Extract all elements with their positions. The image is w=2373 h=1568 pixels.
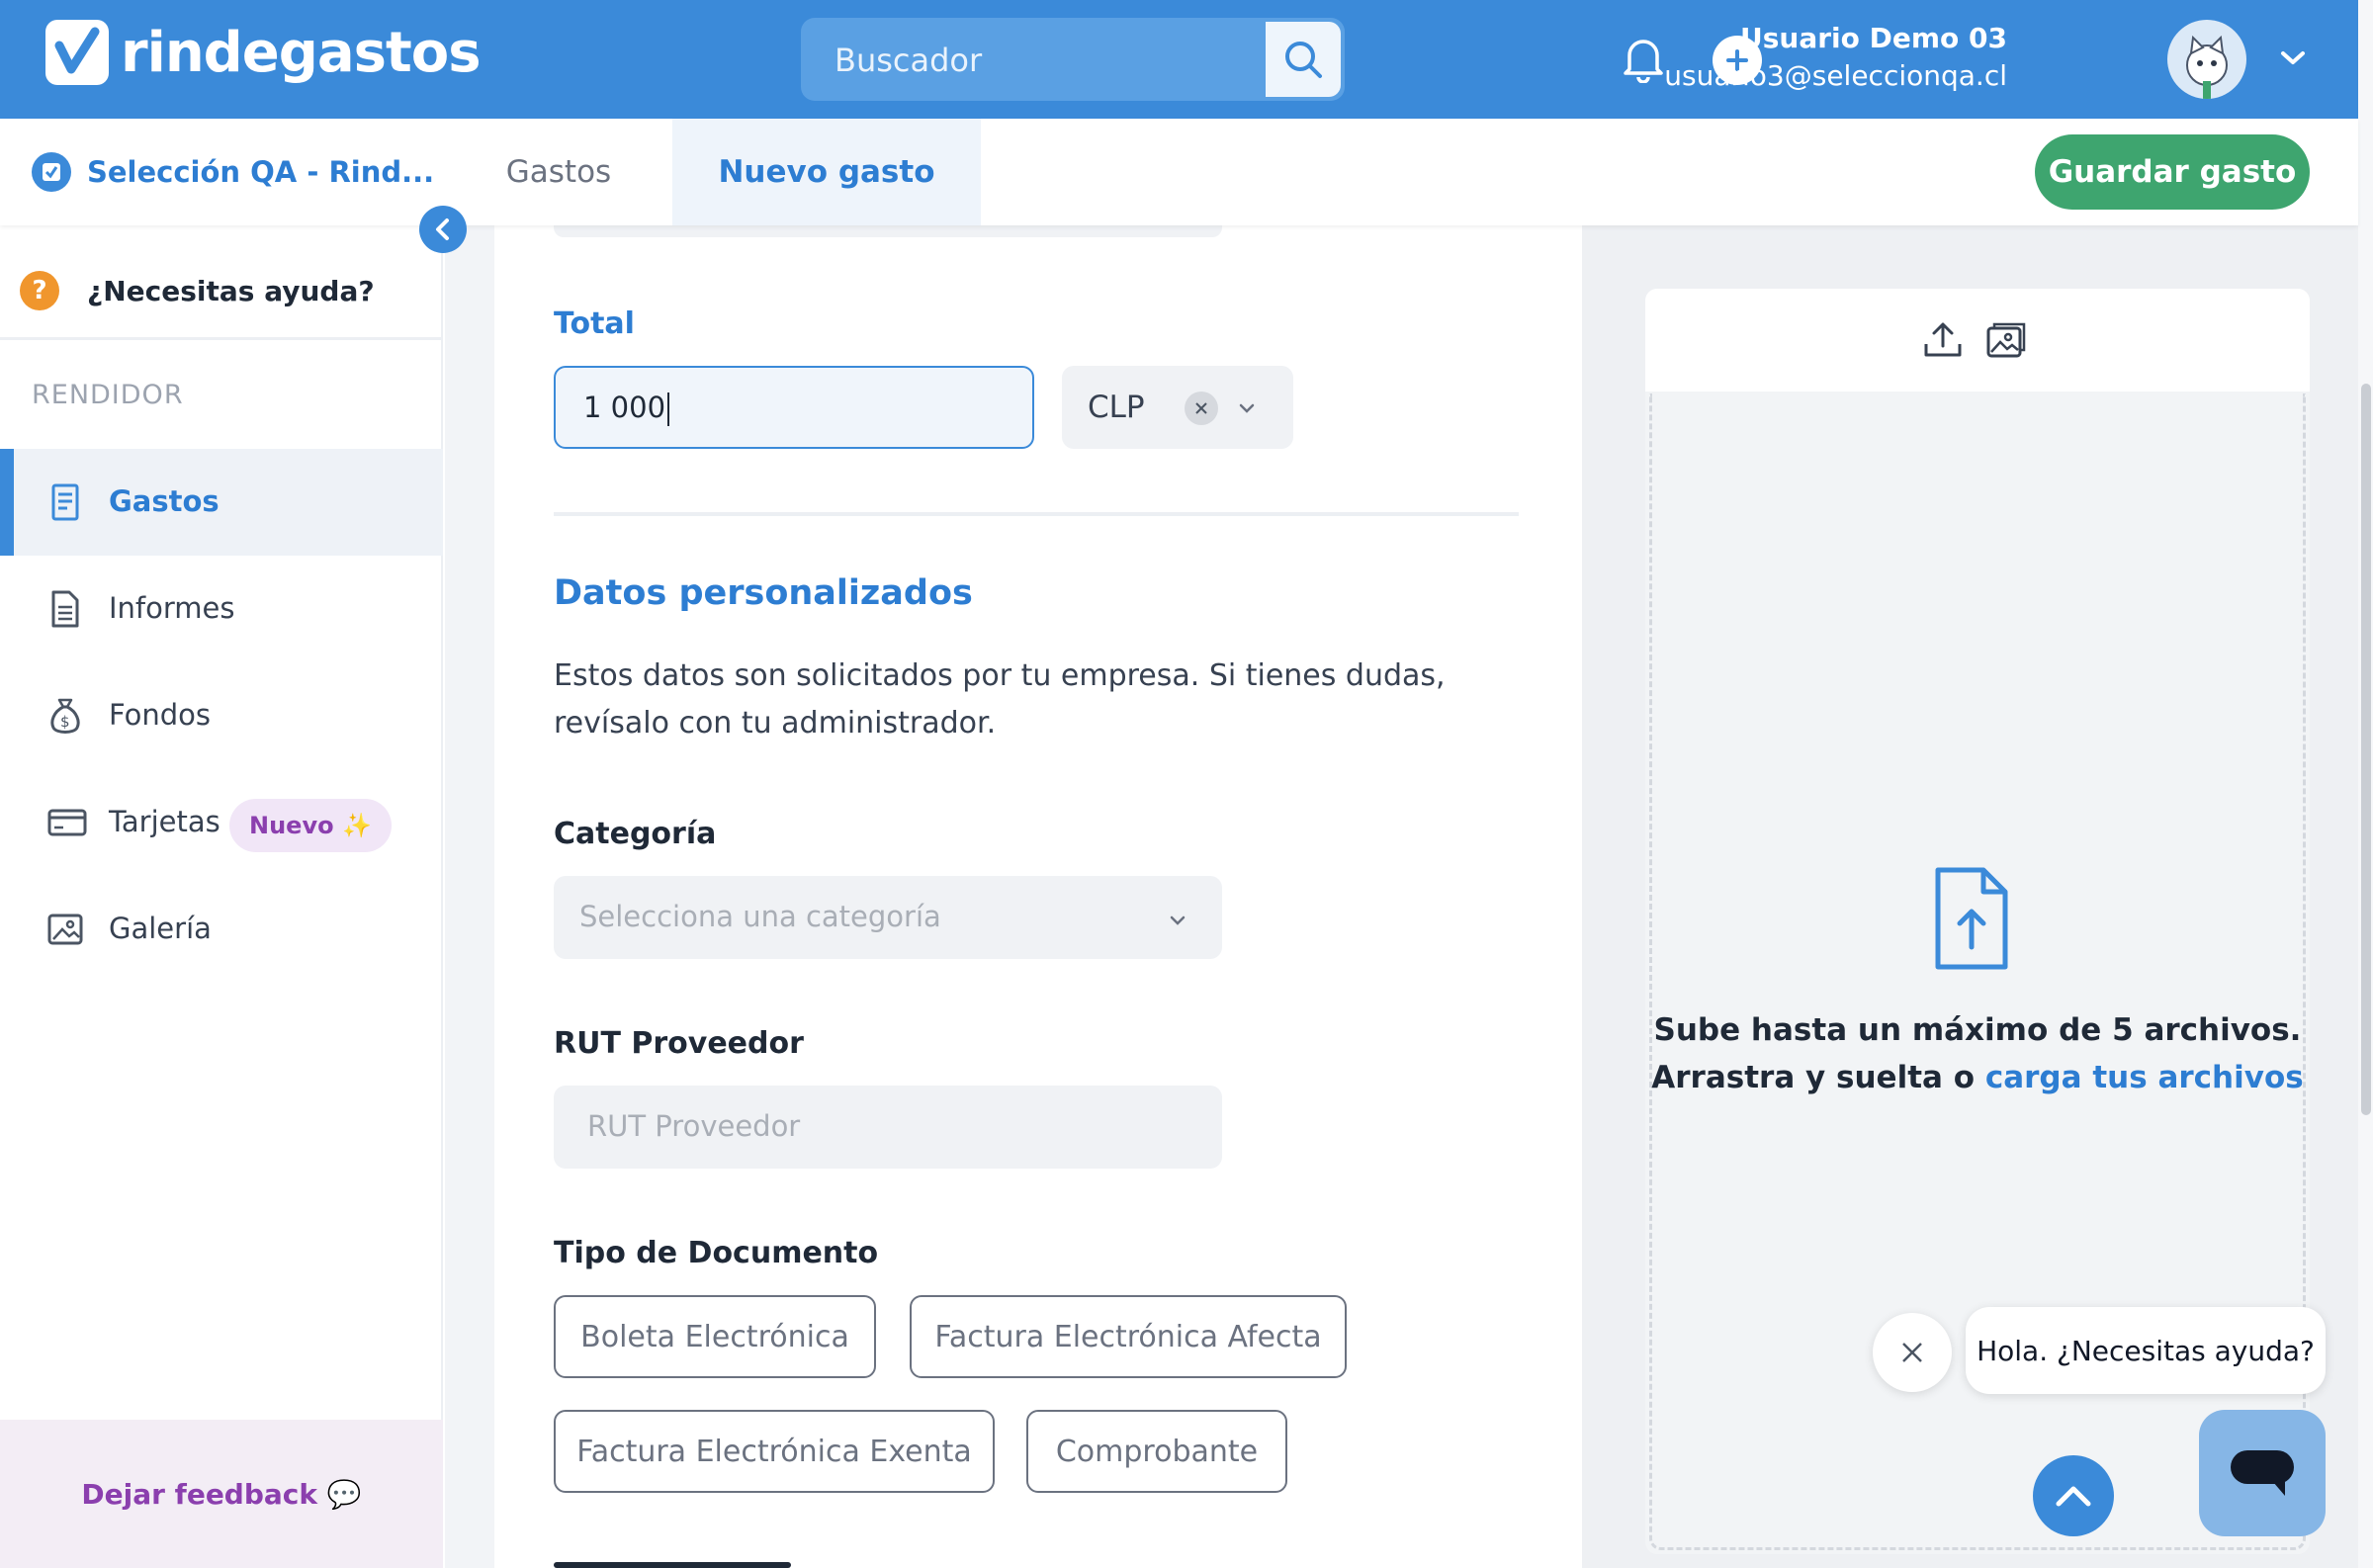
svg-text:$: $	[60, 713, 70, 731]
search-bar[interactable]: Buscador	[801, 18, 1345, 101]
logo-text: rindegastos	[121, 20, 482, 85]
tab-nuevo-gasto[interactable]: Nuevo gasto	[672, 119, 981, 225]
category-label: Categoría	[554, 817, 717, 851]
expense-form: Total 1 000 CLP Datos personalizados Est…	[494, 225, 1582, 1568]
user-menu-button[interactable]	[2280, 49, 2306, 71]
new-badge: Nuevo ✨	[229, 799, 392, 852]
upload-limit-text: Sube hasta un máximo de 5 archivos.	[1653, 1012, 2302, 1048]
previous-field[interactable]	[554, 225, 1222, 237]
gallery-icon	[47, 910, 87, 953]
sidebar-item-informes[interactable]: Informes	[0, 556, 443, 662]
rut-label: RUT Proveedor	[554, 1026, 804, 1061]
next-field-label-cropped	[554, 1556, 791, 1568]
scrollbar-thumb[interactable]	[2361, 384, 2371, 1115]
divider	[554, 512, 1519, 516]
help-label: ¿Necesitas ayuda?	[87, 275, 375, 307]
tab-gastos[interactable]: Gastos	[465, 119, 653, 225]
user-email[interactable]: usuario3@seleccionqa.cl	[1664, 59, 2007, 92]
chevron-down-icon	[1238, 399, 1256, 418]
search-input[interactable]: Buscador	[835, 42, 982, 79]
sub-navigation: Selección QA - Rind... Gastos Nuevo gast…	[0, 119, 2358, 225]
company-selector[interactable]: Selección QA - Rind...	[32, 152, 434, 192]
category-select[interactable]: Selecciona una categoría	[554, 876, 1222, 959]
logo-check-icon	[45, 20, 109, 85]
upload-icon[interactable]	[1922, 320, 1964, 364]
close-chat-button[interactable]	[1873, 1313, 1952, 1392]
total-input[interactable]: 1 000	[554, 366, 1034, 449]
drag-drop-text: Arrastra y suelta o	[1651, 1060, 1985, 1095]
sidebar-item-tarjetas[interactable]: Tarjetas Nuevo ✨	[0, 769, 443, 876]
search-icon	[1285, 42, 1322, 78]
text-caret	[667, 392, 670, 426]
scroll-to-top-button[interactable]	[2033, 1455, 2114, 1536]
doc-type-label: Tipo de Documento	[554, 1236, 879, 1270]
close-icon	[1902, 1343, 1922, 1362]
currency-value: CLP	[1088, 390, 1145, 425]
custom-data-description: Estos datos son solicitados por tu empre…	[554, 658, 1446, 740]
doc-type-option[interactable]: Boleta Electrónica	[554, 1295, 876, 1378]
save-expense-button[interactable]: Guardar gasto	[2035, 134, 2310, 210]
sidebar-item-galeria[interactable]: Galería	[0, 876, 443, 983]
category-placeholder: Selecciona una categoría	[579, 900, 941, 933]
sidebar-item-label: Fondos	[109, 698, 212, 732]
collapse-sidebar-button[interactable]	[419, 206, 467, 253]
sidebar-item-gastos[interactable]: Gastos	[0, 449, 443, 556]
close-icon	[1195, 402, 1207, 414]
total-label: Total	[554, 306, 635, 341]
doc-type-option[interactable]: Factura Electrónica Exenta	[554, 1410, 995, 1493]
chevron-up-icon	[2056, 1486, 2091, 1507]
top-bar: rindegastos Buscador Usuario Demo 03 usu…	[0, 0, 2358, 119]
form-gutter	[445, 225, 494, 1568]
help-link[interactable]: ? ¿Necesitas ayuda?	[0, 253, 443, 340]
upload-instructions: Arrastra y suelta o carga tus archivos	[1645, 1060, 2310, 1095]
total-value: 1 000	[583, 391, 666, 424]
rut-placeholder: RUT Proveedor	[587, 1109, 801, 1143]
chat-icon	[2231, 1450, 2294, 1496]
document-icon	[47, 589, 83, 633]
chevron-down-icon	[2281, 51, 2305, 64]
sidebar-section-label: RENDIDOR	[32, 380, 184, 410]
feedback-button[interactable]: Dejar feedback 💬	[0, 1420, 443, 1568]
notifications-button[interactable]	[1622, 34, 1665, 87]
bell-icon	[1624, 40, 1663, 84]
company-check-icon	[32, 152, 71, 192]
sidebar: ? ¿Necesitas ayuda? RENDIDOR Gastos Info…	[0, 225, 443, 1568]
chevron-down-icon	[1169, 912, 1186, 930]
avatar[interactable]	[2167, 20, 2246, 99]
gallery-icon[interactable]	[1985, 320, 2027, 364]
rut-input[interactable]: RUT Proveedor	[554, 1086, 1222, 1169]
credit-card-icon	[47, 803, 87, 846]
sidebar-item-label: Gastos	[109, 484, 220, 518]
currency-select[interactable]: CLP	[1062, 366, 1293, 449]
chat-launcher-button[interactable]	[2199, 1410, 2326, 1536]
chevron-left-icon	[436, 218, 449, 240]
doc-type-option[interactable]: Comprobante	[1026, 1410, 1287, 1493]
custom-data-title: Datos personalizados	[554, 573, 973, 613]
sidebar-item-fondos[interactable]: $ Fondos	[0, 662, 443, 769]
upload-toolbar	[1645, 289, 2310, 392]
file-upload-icon	[1932, 866, 2011, 975]
money-bag-icon: $	[47, 696, 83, 740]
user-name[interactable]: Usuario Demo 03	[1740, 22, 2007, 54]
chat-greeting[interactable]: Hola. ¿Necesitas ayuda?	[1966, 1307, 2326, 1394]
receipt-icon	[47, 482, 83, 526]
clear-currency-button[interactable]	[1185, 392, 1218, 425]
sidebar-item-label: Galería	[109, 912, 212, 945]
company-name: Selección QA - Rind...	[87, 155, 435, 189]
sidebar-item-label: Informes	[109, 591, 235, 625]
sidebar-item-label: Tarjetas	[109, 805, 220, 838]
upload-files-link[interactable]: carga tus archivos	[1985, 1060, 2304, 1095]
logo[interactable]: rindegastos	[45, 20, 482, 85]
question-icon: ?	[20, 271, 59, 310]
doc-type-option[interactable]: Factura Electrónica Afecta	[910, 1295, 1347, 1378]
search-button[interactable]	[1266, 22, 1341, 97]
